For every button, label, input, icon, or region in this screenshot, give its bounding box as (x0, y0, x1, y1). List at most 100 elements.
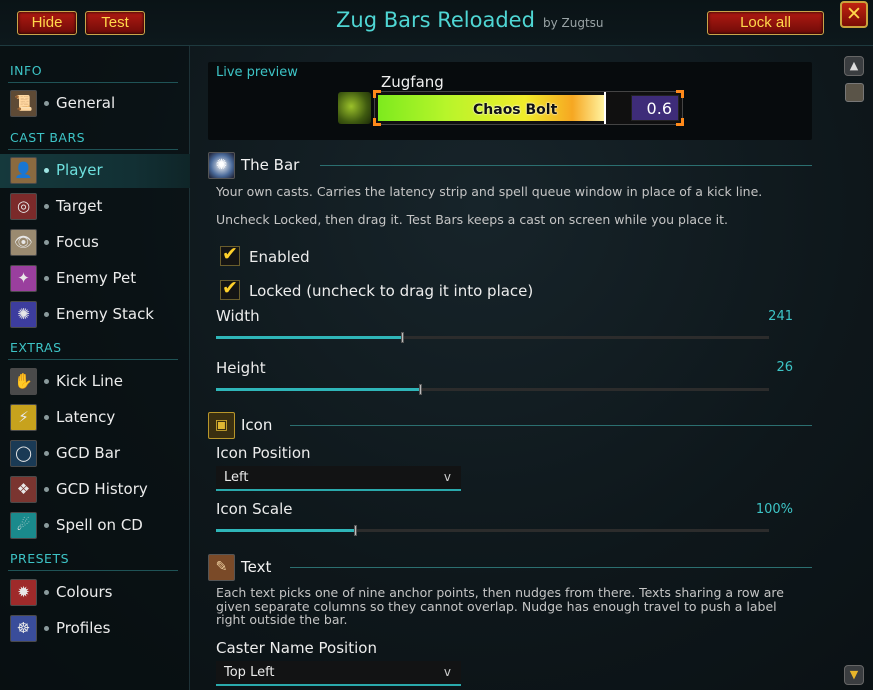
text-description: Each text picks one of nine anchor point… (216, 585, 784, 627)
preview-cast-bar[interactable]: Chaos Bolt 0.6 (373, 90, 684, 126)
bullet (44, 168, 49, 173)
enemy-stack-icon: ✺ (10, 301, 37, 328)
slider-fill (216, 529, 356, 532)
bullet (44, 276, 49, 281)
enabled-label: Enabled (249, 248, 310, 266)
icon-section-icon: ▣ (208, 412, 235, 439)
focus-icon: 👁 (10, 229, 37, 256)
author-byline: by Zugtsu (543, 16, 604, 30)
bullet (44, 487, 49, 492)
sidebar-item-gcd-bar[interactable]: ◯ GCD Bar (0, 437, 190, 471)
live-preview: Live preview Zugfang Chaos Bolt 0.6 (208, 62, 812, 140)
test-button[interactable]: Test (85, 11, 145, 35)
cast-time-box: 0.6 (631, 95, 679, 121)
divider (8, 149, 178, 150)
dropdown-value: Left (224, 470, 249, 485)
sidebar-item-target[interactable]: ◎ Target (0, 190, 190, 224)
player-icon: 👤 (10, 157, 37, 184)
sidebar-item-label: Enemy Stack (56, 305, 154, 323)
caster-name: Zugfang (381, 73, 444, 91)
sidebar-item-spell-on-cd[interactable]: ☄ Spell on CD (0, 509, 190, 543)
sidebar-section-presets: PRESETS (10, 551, 70, 566)
checkmark-icon: ✔ (222, 277, 238, 299)
corner-handle (373, 118, 381, 126)
title-bar: Hide Test Zug Bars Reloaded by Zugtsu Lo… (0, 0, 873, 46)
cast-bar-spark (604, 92, 606, 124)
cast-time-left: 0.6 (646, 99, 672, 118)
sidebar-item-label: Player (56, 161, 103, 179)
target-icon: ◎ (10, 193, 37, 220)
gcd-bar-icon: ◯ (10, 440, 37, 467)
slider-fill (216, 388, 421, 391)
scroll-up-icon[interactable]: ▲ (844, 56, 864, 76)
icon-scale-slider[interactable] (216, 525, 769, 536)
sidebar-item-enemy-pet[interactable]: ✦ Enemy Pet (0, 262, 190, 296)
chaos-bolt-icon (338, 92, 371, 124)
lock-all-button[interactable]: Lock all (707, 11, 824, 35)
text-section-icon: ✎ (208, 554, 235, 581)
width-value: 241 (768, 309, 793, 324)
sidebar-item-label: GCD History (56, 480, 148, 498)
sidebar-item-kick-line[interactable]: ✋ Kick Line (0, 365, 190, 399)
caster-name-position-dropdown[interactable]: Top Left v (216, 661, 461, 686)
slider-thumb[interactable] (401, 332, 404, 343)
scroll-down-icon[interactable]: ▼ (844, 665, 864, 685)
sidebar-item-label: Enemy Pet (56, 269, 137, 287)
sidebar-item-label: Target (56, 197, 103, 215)
width-label: Width (216, 307, 260, 325)
sidebar-item-label: Profiles (56, 619, 111, 637)
section-title: Text (241, 558, 272, 576)
bullet (44, 415, 49, 420)
caster-name-position-label: Caster Name Position (216, 639, 377, 657)
scrollbar[interactable]: ▲ ▼ (838, 52, 868, 690)
cast-bar-fill: Chaos Bolt (378, 95, 604, 121)
bullet (44, 379, 49, 384)
bullet (44, 312, 49, 317)
sidebar-item-enemy-stack[interactable]: ✺ Enemy Stack (0, 298, 190, 332)
bullet (44, 204, 49, 209)
icon-scale-value: 100% (755, 502, 793, 517)
divider (290, 567, 812, 568)
sidebar-section-info: INFO (10, 63, 43, 78)
spell-on-cd-icon: ☄ (10, 512, 37, 539)
enabled-checkbox[interactable]: ✔ (220, 243, 240, 266)
hide-button[interactable]: Hide (17, 11, 77, 35)
sidebar-item-gcd-history[interactable]: ❖ GCD History (0, 473, 190, 507)
section-title: Icon (241, 416, 273, 434)
icon-position-dropdown[interactable]: Left v (216, 466, 461, 491)
divider (8, 570, 178, 571)
sidebar: INFO 📜 General CAST BARS 👤 Player ◎ Targ… (0, 46, 190, 690)
height-value: 26 (776, 360, 793, 375)
section-the-bar: ✺ The Bar (208, 152, 812, 180)
locked-label: Locked (uncheck to drag it into place) (249, 282, 534, 300)
scrollbar-thumb[interactable] (845, 83, 864, 102)
sidebar-section-cast-bars: CAST BARS (10, 130, 86, 145)
divider (290, 425, 812, 426)
settings-panel: Live preview Zugfang Chaos Bolt 0.6 ✺ Th… (191, 46, 831, 690)
bullet (44, 451, 49, 456)
sidebar-item-latency[interactable]: ⚡ Latency (0, 401, 190, 435)
close-icon[interactable]: ✕ (840, 1, 868, 28)
divider (8, 82, 178, 83)
spell-name: Chaos Bolt (473, 102, 558, 118)
sidebar-item-focus[interactable]: 👁 Focus (0, 226, 190, 260)
sidebar-item-player[interactable]: 👤 Player (0, 154, 190, 188)
sidebar-item-profiles[interactable]: ☸ Profiles (0, 612, 190, 646)
checkmark-icon: ✔ (222, 243, 238, 265)
corner-handle (373, 90, 381, 98)
locked-checkbox[interactable]: ✔ (220, 277, 240, 300)
sidebar-item-label: Latency (56, 408, 116, 426)
slider-thumb[interactable] (354, 525, 357, 536)
enemy-pet-icon: ✦ (10, 265, 37, 292)
sidebar-item-colours[interactable]: ✹ Colours (0, 576, 190, 610)
kick-line-icon: ✋ (10, 368, 37, 395)
sidebar-item-label: Colours (56, 583, 113, 601)
sidebar-item-label: GCD Bar (56, 444, 121, 462)
bullet (44, 101, 49, 106)
chevron-down-icon: v (443, 470, 451, 484)
sidebar-item-general[interactable]: 📜 General (0, 87, 190, 121)
width-slider[interactable] (216, 332, 769, 343)
live-preview-label: Live preview (216, 65, 298, 80)
height-slider[interactable] (216, 384, 769, 395)
slider-thumb[interactable] (419, 384, 422, 395)
